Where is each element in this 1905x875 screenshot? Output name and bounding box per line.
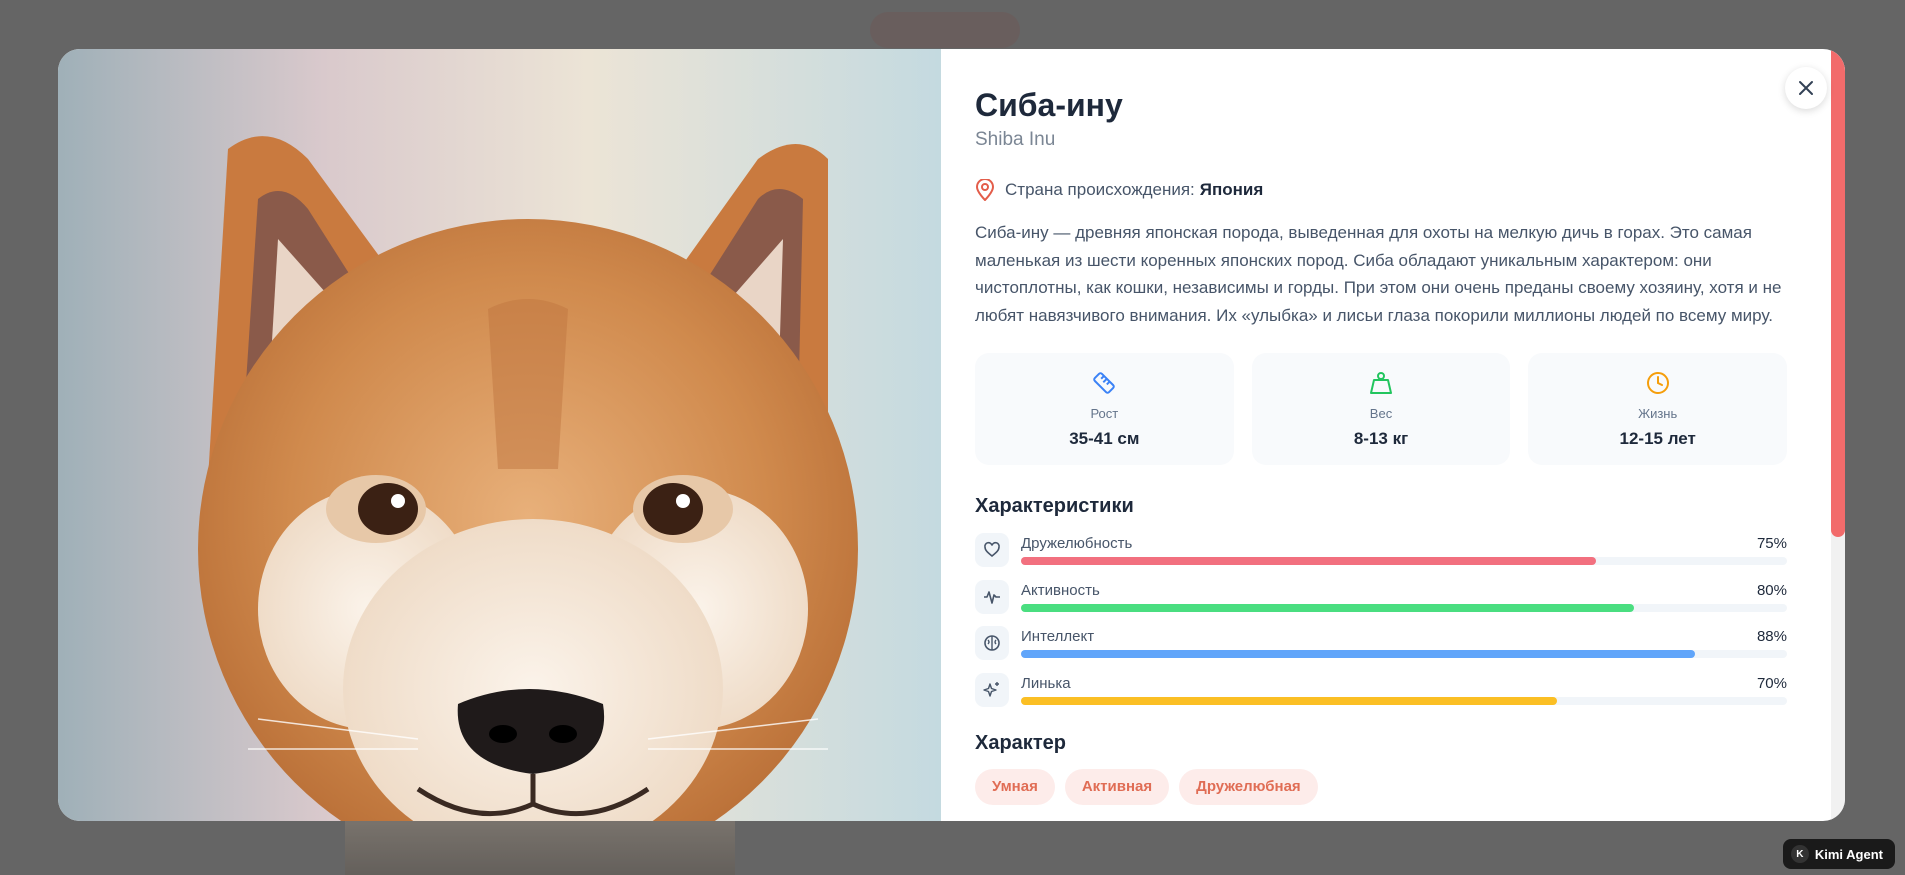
trait-body: Дружелюбность 75% xyxy=(1021,535,1787,565)
brain-icon xyxy=(984,635,1000,651)
stat-label: Вес xyxy=(1369,405,1393,421)
trait-percent: 88% xyxy=(1756,628,1787,645)
trait-percent: 70% xyxy=(1756,674,1787,692)
trait-label: Дружелюбность xyxy=(1021,535,1133,552)
trait-body: Линька 70% xyxy=(1021,675,1787,705)
character-tag: Активная xyxy=(1064,768,1170,805)
breed-description: Сиба-ину — древняя японская порода, выве… xyxy=(975,223,1782,325)
breed-photo xyxy=(58,49,941,821)
breed-modal: Сиба-ину Shiba Inu Страна происхождения:… xyxy=(58,49,1845,821)
trait-activity: Активность 80% xyxy=(975,579,1787,615)
stat-value: 35-41 см xyxy=(1069,428,1140,448)
origin-value: Япония xyxy=(1199,180,1264,199)
stat-weight: Вес 8-13 кг xyxy=(1251,353,1511,465)
characteristics-list: Дружелюбность 75% Активность 80% Интелле… xyxy=(975,532,1787,708)
stat-lifespan: Жизнь 12-15 лет xyxy=(1528,353,1788,465)
character-heading: Характер xyxy=(975,731,1066,754)
trait-bar-fill xyxy=(1021,650,1696,658)
kimi-agent-badge[interactable]: K Kimi Agent xyxy=(1782,839,1895,869)
close-icon xyxy=(1799,81,1813,95)
sparkle-icon xyxy=(983,681,999,697)
stat-label: Жизнь xyxy=(1638,405,1678,421)
trait-bar xyxy=(1021,650,1787,658)
origin-label: Страна происхождения: xyxy=(1005,180,1195,199)
stat-value: 12-15 лет xyxy=(1619,428,1696,448)
activity-icon xyxy=(984,590,1000,604)
trait-intellect: Интеллект 88% xyxy=(975,625,1787,661)
character-tag: Умная xyxy=(975,768,1055,805)
kimi-logo-icon: K xyxy=(1790,845,1809,863)
trait-percent: 80% xyxy=(1756,581,1787,599)
trait-body: Активность 80% xyxy=(1021,582,1787,612)
weight-icon xyxy=(1370,371,1392,394)
stat-value: 8-13 кг xyxy=(1353,428,1409,448)
clock-icon xyxy=(1646,371,1669,394)
trait-icon-box xyxy=(975,626,1009,660)
character-tag: Дружелюбная xyxy=(1179,768,1318,805)
scrollbar-thumb[interactable] xyxy=(1831,49,1845,537)
trait-bar-fill xyxy=(1021,603,1634,612)
trait-bar xyxy=(1021,696,1787,705)
breed-title: Сиба-ину xyxy=(975,87,1123,123)
location-pin-icon xyxy=(975,179,995,201)
close-button[interactable] xyxy=(1785,67,1827,109)
stat-height: Рост 35-41 см xyxy=(975,353,1234,465)
shiba-illustration xyxy=(198,136,858,821)
trait-icon-box xyxy=(975,579,1009,614)
trait-label: Интеллект xyxy=(1021,628,1095,645)
trait-icon-box xyxy=(975,672,1009,707)
trait-bar xyxy=(1021,557,1787,565)
kimi-agent-label: Kimi Agent xyxy=(1814,846,1883,862)
trait-shedding: Линька 70% xyxy=(975,672,1787,708)
trait-label: Активность xyxy=(1021,581,1100,599)
stats-row: Рост 35-41 см Вес 8-13 кг Жизнь 12-15 ле… xyxy=(975,353,1788,465)
trait-bar-fill xyxy=(1021,696,1558,705)
ruler-icon xyxy=(1093,371,1116,394)
trait-percent: 75% xyxy=(1756,535,1787,552)
breed-subtitle: Shiba Inu xyxy=(975,129,1056,150)
heart-icon xyxy=(984,541,1000,558)
characteristics-heading: Характеристики xyxy=(975,495,1134,517)
trait-bar xyxy=(1021,603,1787,612)
stat-label: Рост xyxy=(1090,405,1119,421)
character-tags: Умная Активная Дружелюбная xyxy=(975,768,1795,805)
trait-icon-box xyxy=(975,533,1009,567)
trait-body: Интеллект 88% xyxy=(1021,628,1787,658)
breed-details: Сиба-ину Shiba Inu Страна происхождения:… xyxy=(941,49,1845,821)
trait-bar-fill xyxy=(1021,557,1596,565)
trait-label: Линька xyxy=(1021,674,1071,692)
origin-row: Страна происхождения: Япония xyxy=(975,179,1795,201)
trait-friendliness: Дружелюбность 75% xyxy=(975,532,1787,568)
